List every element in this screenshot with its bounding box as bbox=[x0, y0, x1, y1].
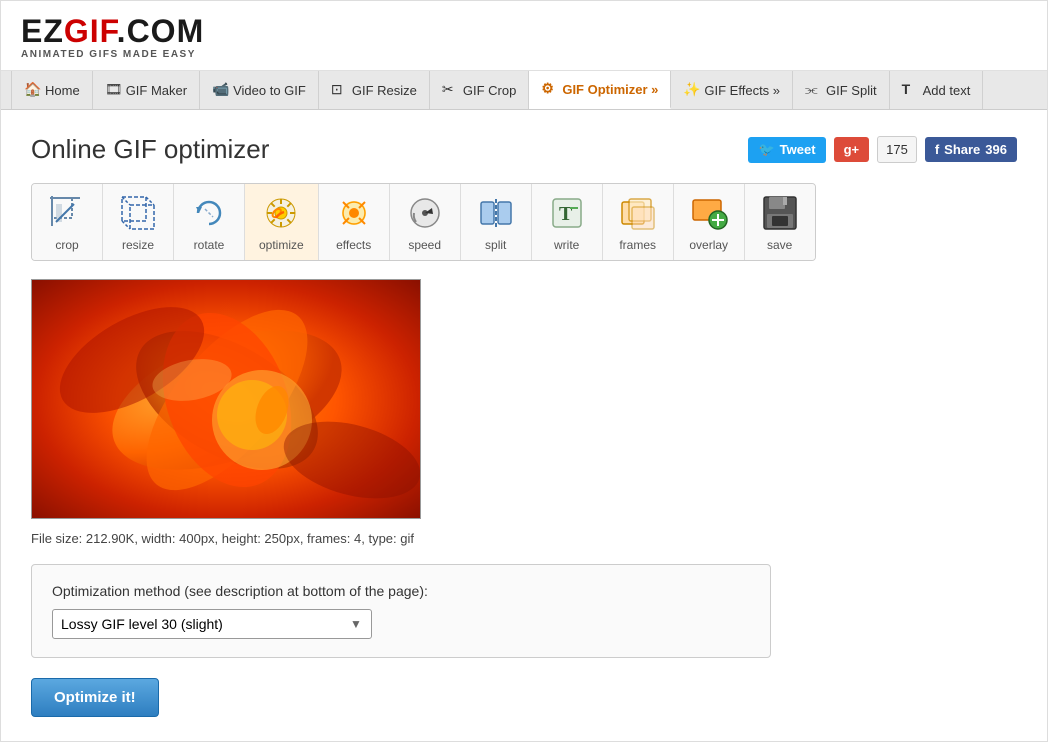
write-tool-icon: T bbox=[546, 192, 588, 234]
optimization-label: Optimization method (see description at … bbox=[52, 583, 750, 599]
speed-tool-label: speed bbox=[408, 238, 441, 252]
video-icon: 📹 bbox=[212, 82, 228, 98]
film-icon: 🎞 bbox=[105, 82, 121, 98]
crop-tool-label: crop bbox=[55, 238, 78, 252]
effects-tool-icon bbox=[333, 192, 375, 234]
resize-tool-icon bbox=[117, 192, 159, 234]
nav-gif-effects[interactable]: ✨ GIF Effects » bbox=[671, 71, 793, 109]
nav-gif-resize[interactable]: ⊡ GIF Resize bbox=[319, 71, 430, 109]
speed-tool-icon bbox=[404, 192, 446, 234]
tool-optimize[interactable]: optimize bbox=[245, 184, 319, 260]
rotate-tool-icon bbox=[188, 192, 230, 234]
overlay-tool-label: overlay bbox=[689, 238, 728, 252]
resize-tool-label: resize bbox=[122, 238, 154, 252]
tool-write[interactable]: T write bbox=[532, 184, 603, 260]
fb-icon: f bbox=[935, 142, 939, 157]
resize-icon: ⊡ bbox=[331, 82, 347, 98]
effects-tool-label: effects bbox=[336, 238, 371, 252]
write-tool-label: write bbox=[554, 238, 579, 252]
nav-add-text[interactable]: T Add text bbox=[890, 71, 984, 109]
optimize-tool-icon bbox=[260, 192, 302, 234]
nav-gif-optimizer[interactable]: ⚙ GIF Optimizer » bbox=[529, 71, 671, 109]
site-logo: EZGIF.COM ANIMATED GIFS MADE EASY bbox=[21, 15, 204, 60]
tool-frames[interactable]: frames bbox=[603, 184, 674, 260]
tool-crop[interactable]: crop bbox=[32, 184, 103, 260]
logo-tagline: ANIMATED GIFS MADE EASY bbox=[21, 49, 204, 60]
gif-preview-container bbox=[31, 279, 1017, 519]
tool-save[interactable]: save bbox=[745, 184, 815, 260]
save-tool-icon bbox=[759, 192, 801, 234]
nav-gif-maker[interactable]: 🎞 GIF Maker bbox=[93, 71, 200, 109]
split-tool-icon bbox=[475, 192, 517, 234]
tweet-button[interactable]: 🐦 Tweet bbox=[748, 137, 825, 163]
optimize-button[interactable]: Optimize it! bbox=[31, 678, 159, 717]
tool-split[interactable]: split bbox=[461, 184, 532, 260]
social-buttons: 🐦 Tweet g+ 175 f Share 396 bbox=[748, 136, 1017, 163]
nav-gif-split[interactable]: ⫘ GIF Split bbox=[793, 71, 890, 109]
optimization-method-select[interactable]: Lossy GIF level 30 (slight) Lossy GIF le… bbox=[52, 609, 372, 639]
gplus-icon: g+ bbox=[844, 142, 860, 157]
tool-effects[interactable]: effects bbox=[319, 184, 390, 260]
nav-video-to-gif[interactable]: 📹 Video to GIF bbox=[200, 71, 319, 109]
fb-share-button[interactable]: f Share 396 bbox=[925, 137, 1017, 162]
gif-image bbox=[31, 279, 421, 519]
crop-icon: ✂ bbox=[442, 82, 458, 98]
frames-tool-label: frames bbox=[619, 238, 656, 252]
tool-bar: crop resize bbox=[31, 183, 816, 261]
nav-home[interactable]: 🏠 Home bbox=[11, 71, 93, 109]
text-icon: T bbox=[902, 82, 918, 98]
page-title: Online GIF optimizer bbox=[31, 134, 269, 165]
effects-icon: ✨ bbox=[683, 82, 699, 98]
home-icon: 🏠 bbox=[24, 82, 40, 98]
frames-tool-icon bbox=[617, 192, 659, 234]
optimization-box: Optimization method (see description at … bbox=[31, 564, 771, 658]
tool-resize[interactable]: resize bbox=[103, 184, 174, 260]
main-nav: 🏠 Home 🎞 GIF Maker 📹 Video to GIF ⊡ GIF … bbox=[1, 71, 1047, 110]
twitter-bird-icon: 🐦 bbox=[758, 142, 774, 158]
file-info: File size: 212.90K, width: 400px, height… bbox=[31, 531, 1017, 546]
rotate-tool-label: rotate bbox=[194, 238, 225, 252]
tool-rotate[interactable]: rotate bbox=[174, 184, 245, 260]
optimizer-icon: ⚙ bbox=[541, 81, 557, 97]
save-tool-label: save bbox=[767, 238, 792, 252]
overlay-tool-icon bbox=[688, 192, 730, 234]
svg-text:T: T bbox=[559, 203, 573, 225]
split-tool-label: split bbox=[485, 238, 506, 252]
split-icon: ⫘ bbox=[805, 82, 821, 98]
optimize-tool-label: optimize bbox=[259, 238, 304, 252]
tool-overlay[interactable]: overlay bbox=[674, 184, 745, 260]
gplus-button[interactable]: g+ bbox=[834, 137, 870, 162]
tool-speed[interactable]: speed bbox=[390, 184, 461, 260]
nav-gif-crop[interactable]: ✂ GIF Crop bbox=[430, 71, 529, 109]
crop-tool-icon bbox=[46, 192, 88, 234]
gplus-count: 175 bbox=[877, 136, 917, 163]
